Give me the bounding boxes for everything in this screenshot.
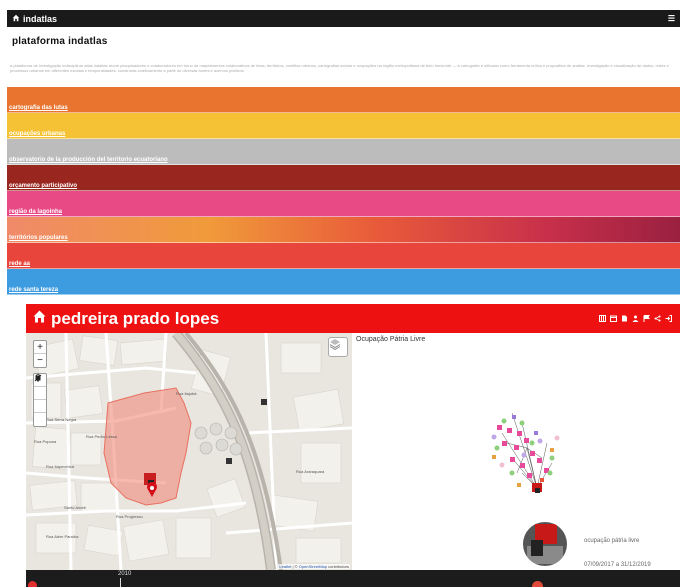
map-attribution: Leaflet | © OpenStreetMap contributors <box>278 564 350 569</box>
project-label[interactable]: região da lagoinha <box>9 209 62 215</box>
calendar-icon[interactable] <box>610 315 617 322</box>
zoom-out-button[interactable]: − <box>34 354 46 367</box>
project-label[interactable]: rede santa tereza <box>9 287 58 293</box>
leaflet-link[interactable]: Leaflet <box>279 564 291 569</box>
attribution-tail: contributors <box>326 564 349 569</box>
project-band-rede-aa[interactable]: rede aa <box>7 243 680 269</box>
layers-icon[interactable] <box>328 337 348 357</box>
street-label: Santo André <box>64 505 87 510</box>
timeline-year-label: 2010 <box>118 571 132 577</box>
project-band-regiao-da-lagoinha[interactable]: região da lagoinha <box>7 191 680 217</box>
map-tiles: Rua Serra Negra Rua Popuna Rua Pedro Les… <box>26 333 352 570</box>
brand-link[interactable]: indatlas <box>12 14 57 24</box>
timeline-event-marker[interactable] <box>532 581 543 587</box>
project-band-ocupacoes-urbanas[interactable]: ocupações urbanas <box>7 113 680 139</box>
street-label: Rua Progresso <box>116 514 143 519</box>
project-label[interactable]: ocupações urbanas <box>9 131 65 137</box>
project-label[interactable]: observatorio de la producción del territ… <box>9 157 168 163</box>
timeline-tick <box>120 578 121 587</box>
hamburger-icon[interactable]: ☰ <box>668 14 675 23</box>
attribution-separator: | © <box>291 564 299 569</box>
home-icon <box>32 309 47 329</box>
project-label[interactable]: rede aa <box>9 261 30 267</box>
project-band-territorios-populares[interactable]: territórios populares <box>7 217 680 243</box>
street-label: Rua Serra Negra <box>46 417 77 422</box>
screenshot-stage: indatlas ☰ plataforma indatlas a platafo… <box>0 0 680 587</box>
street-label: Rua Araraquara <box>296 469 325 474</box>
document-icon[interactable] <box>621 315 628 322</box>
app-title: pedreira prado lopes <box>51 308 220 328</box>
person-icon[interactable] <box>632 315 639 322</box>
indatlas-header: indatlas ☰ <box>7 10 680 27</box>
project-band-cartografia-das-lutas[interactable]: cartografia das lutas <box>7 87 680 113</box>
network-graph[interactable] <box>352 333 680 570</box>
draw-circle-icon[interactable] <box>34 375 46 400</box>
timeline-start-handle[interactable] <box>28 581 37 587</box>
draw-square-icon[interactable] <box>34 375 46 413</box>
project-list: cartografia das lutas ocupações urbanas … <box>7 87 680 297</box>
draw-toolbar <box>33 373 47 427</box>
map-icon[interactable] <box>599 315 606 322</box>
osm-link[interactable]: OpenStreetMap <box>299 564 327 569</box>
street-label: Rua Popuna <box>34 439 57 444</box>
flag-icon[interactable] <box>643 315 650 322</box>
street-label: Rua Itajubá <box>176 391 197 396</box>
project-band-orcamento-participativo[interactable]: orçamento participativo <box>7 165 680 191</box>
street-label: Rua Além Paraíba <box>46 534 79 539</box>
project-band-rede-santa-tereza[interactable]: rede santa tereza <box>7 269 680 295</box>
brand-label: indatlas <box>23 13 58 24</box>
page-title: plataforma indatlas <box>12 36 108 47</box>
project-label[interactable]: territórios populares <box>9 235 68 241</box>
map-view[interactable]: Rua Serra Negra Rua Popuna Rua Pedro Les… <box>26 333 352 570</box>
project-band-observatorio[interactable]: observatorio de la producción del territ… <box>7 139 680 165</box>
occupation-name: ocupação pátria livre <box>584 538 640 544</box>
app-header: pedreira prado lopes <box>26 304 680 333</box>
draw-marker-icon[interactable] <box>34 374 46 426</box>
street-label: Rua Pedro Lessa <box>86 434 118 439</box>
login-icon[interactable] <box>665 315 672 322</box>
occupation-date-range: 07/09/2017 a 31/12/2019 <box>584 562 651 568</box>
intro-text: a plataforma de investigação indisciplin… <box>10 63 669 73</box>
atlas-app: pedreira prado lopes Rua Serra Negra Rua… <box>26 304 680 587</box>
network-panel: Ocupação Pátria Livre ocupação pátria li… <box>352 333 680 570</box>
app-title-link[interactable]: pedreira prado lopes <box>32 309 219 329</box>
timeline-bar[interactable]: 2010 <box>26 570 680 587</box>
occupation-thumbnail[interactable] <box>523 522 567 566</box>
toolbar <box>599 315 672 322</box>
project-label[interactable]: orçamento participativo <box>9 183 77 189</box>
zoom-in-button[interactable]: + <box>34 341 46 354</box>
street-label: Rua Itapecerica <box>46 464 75 469</box>
share-icon[interactable] <box>654 315 661 322</box>
home-icon <box>12 14 20 24</box>
project-label[interactable]: cartografia das lutas <box>9 105 68 111</box>
zoom-control: + − <box>33 340 47 368</box>
